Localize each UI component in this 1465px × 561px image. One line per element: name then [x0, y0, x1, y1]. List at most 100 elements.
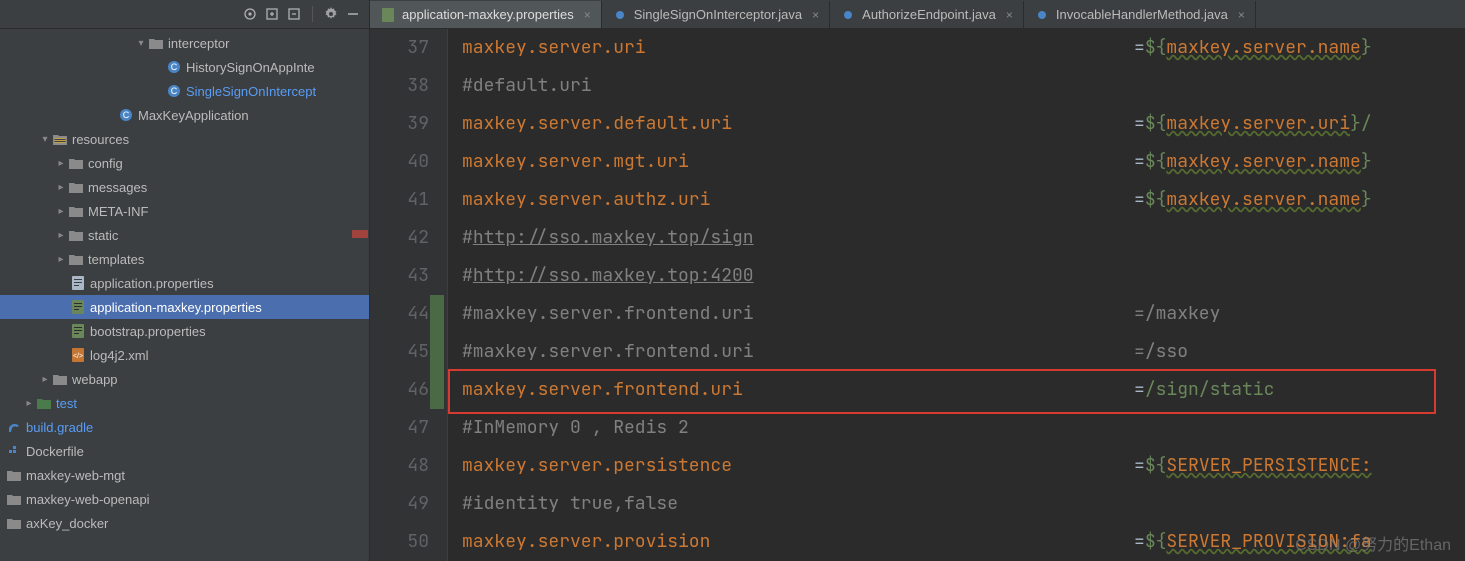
code-line[interactable]: maxkey.server.frontend.uri=/sign/static	[448, 371, 1465, 409]
tree-label: resources	[72, 132, 129, 147]
docker-icon	[6, 443, 22, 459]
properties-icon	[70, 323, 86, 339]
close-icon[interactable]: ×	[1006, 8, 1013, 22]
tree-folder-templates[interactable]: ▸templates	[0, 247, 369, 271]
editor-area: application-maxkey.properties × SingleSig…	[370, 0, 1465, 561]
svg-text:C: C	[171, 62, 178, 72]
tree-label: maxkey-web-openapi	[26, 492, 150, 507]
code-line[interactable]: #identity true,false	[448, 485, 1465, 523]
class-icon	[840, 7, 856, 23]
expand-all-icon[interactable]	[264, 6, 280, 22]
code-line[interactable]: maxkey.server.uri=${maxkey.server.name}	[448, 29, 1465, 67]
editor-tabs: application-maxkey.properties × SingleSig…	[370, 0, 1465, 29]
code-line[interactable]: maxkey.server.mgt.uri=${maxkey.server.na…	[448, 143, 1465, 181]
tree-label: Dockerfile	[26, 444, 84, 459]
tree-label: interceptor	[168, 36, 229, 51]
toolbar-divider	[312, 6, 313, 22]
tree-label: META-INF	[88, 204, 148, 219]
svg-text:</>: </>	[73, 353, 83, 360]
tree-label: axKey_docker	[26, 516, 108, 531]
tree-folder-messages[interactable]: ▸messages	[0, 175, 369, 199]
code-line[interactable]: #default.uri	[448, 67, 1465, 105]
code-editor[interactable]: 3738394041424344454647484950 maxkey.serv…	[370, 29, 1465, 561]
tree-label: maxkey-web-mgt	[26, 468, 125, 483]
project-tree[interactable]: ▾interceptor C HistorySignOnAppInte C Sing…	[0, 29, 369, 561]
close-icon[interactable]: ×	[812, 8, 819, 22]
gutter-change-marker	[430, 295, 444, 409]
gear-icon[interactable]	[323, 6, 339, 22]
tree-label: log4j2.xml	[90, 348, 149, 363]
tree-label: webapp	[72, 372, 118, 387]
code-line[interactable]: #InMemory 0 , Redis 2	[448, 409, 1465, 447]
gradle-icon	[6, 419, 22, 435]
tab-application-maxkey[interactable]: application-maxkey.properties ×	[370, 1, 602, 28]
tab-label: SingleSignOnInterceptor.java	[634, 7, 802, 22]
code-line[interactable]: #maxkey.server.frontend.uri=/sso	[448, 333, 1465, 371]
tree-label: MaxKeyApplication	[138, 108, 249, 123]
tab-label: InvocableHandlerMethod.java	[1056, 7, 1228, 22]
class-icon	[612, 7, 628, 23]
tree-folder-webmgt[interactable]: maxkey-web-mgt	[0, 463, 369, 487]
code-line[interactable]: #maxkey.server.frontend.uri=/maxkey	[448, 295, 1465, 333]
tree-label: bootstrap.properties	[90, 324, 206, 339]
tree-label: config	[88, 156, 123, 171]
tree-folder-metainf[interactable]: ▸META-INF	[0, 199, 369, 223]
tree-label: SingleSignOnIntercept	[186, 84, 316, 99]
code-line[interactable]: #http://sso.maxkey.top:4200	[448, 257, 1465, 295]
tree-folder-interceptor[interactable]: ▾interceptor	[0, 31, 369, 55]
tree-label: HistorySignOnAppInte	[186, 60, 315, 75]
close-icon[interactable]: ×	[584, 8, 591, 22]
class-icon: C	[118, 107, 134, 123]
code-line[interactable]: maxkey.server.persistence=${SERVER_PERSI…	[448, 447, 1465, 485]
tree-file-build[interactable]: build.gradle	[0, 415, 369, 439]
code-content[interactable]: maxkey.server.uri=${maxkey.server.name} …	[448, 29, 1465, 561]
properties-icon	[70, 275, 86, 291]
tree-folder-dockerdir[interactable]: axKey_docker	[0, 511, 369, 535]
tree-file-appprop[interactable]: application.properties	[0, 271, 369, 295]
tab-label: application-maxkey.properties	[402, 7, 574, 22]
class-icon	[1034, 7, 1050, 23]
tree-folder-resources[interactable]: ▾resources	[0, 127, 369, 151]
tree-file-bootstrap[interactable]: bootstrap.properties	[0, 319, 369, 343]
code-line[interactable]: maxkey.server.default.uri=${maxkey.serve…	[448, 105, 1465, 143]
tree-label: messages	[88, 180, 147, 195]
tree-file-history[interactable]: C HistorySignOnAppInte	[0, 55, 369, 79]
tree-folder-test[interactable]: ▸test	[0, 391, 369, 415]
class-icon: C	[166, 83, 182, 99]
project-sidebar: ▾interceptor C HistorySignOnAppInte C Sing…	[0, 0, 370, 561]
tree-label: application.properties	[90, 276, 214, 291]
code-line[interactable]: #http://sso.maxkey.top/sign	[448, 219, 1465, 257]
class-icon: C	[166, 59, 182, 75]
tree-label: templates	[88, 252, 144, 267]
tree-folder-webapp[interactable]: ▸webapp	[0, 367, 369, 391]
tree-file-docker[interactable]: Dockerfile	[0, 439, 369, 463]
tree-file-maxkeyapp[interactable]: C MaxKeyApplication	[0, 103, 369, 127]
svg-text:C: C	[171, 86, 178, 96]
tree-label: application-maxkey.properties	[90, 300, 262, 315]
tree-label: build.gradle	[26, 420, 93, 435]
tree-folder-webopen[interactable]: maxkey-web-openapi	[0, 487, 369, 511]
hide-icon[interactable]	[345, 6, 361, 22]
close-icon[interactable]: ×	[1238, 8, 1245, 22]
xml-icon: </>	[70, 347, 86, 363]
tree-label: test	[56, 396, 77, 411]
error-stripe	[352, 230, 368, 238]
target-icon[interactable]	[242, 6, 258, 22]
tab-authorize[interactable]: AuthorizeEndpoint.java ×	[830, 1, 1024, 28]
tree-file-log4j[interactable]: </> log4j2.xml	[0, 343, 369, 367]
collapse-all-icon[interactable]	[286, 6, 302, 22]
code-line[interactable]: maxkey.server.authz.uri=${maxkey.server.…	[448, 181, 1465, 219]
tab-label: AuthorizeEndpoint.java	[862, 7, 996, 22]
properties-icon	[70, 299, 86, 315]
sidebar-toolbar	[0, 0, 369, 29]
watermark: CSDN @努力的Ethan	[1295, 531, 1451, 555]
properties-icon	[380, 7, 396, 23]
svg-text:C: C	[123, 110, 130, 120]
tree-folder-config[interactable]: ▸config	[0, 151, 369, 175]
tab-singlesignon[interactable]: SingleSignOnInterceptor.java ×	[602, 1, 830, 28]
tree-file-single[interactable]: C SingleSignOnIntercept	[0, 79, 369, 103]
tab-invocable[interactable]: InvocableHandlerMethod.java ×	[1024, 1, 1256, 28]
tree-label: static	[88, 228, 118, 243]
tree-folder-static[interactable]: ▸static	[0, 223, 369, 247]
tree-file-appmax[interactable]: application-maxkey.properties	[0, 295, 369, 319]
